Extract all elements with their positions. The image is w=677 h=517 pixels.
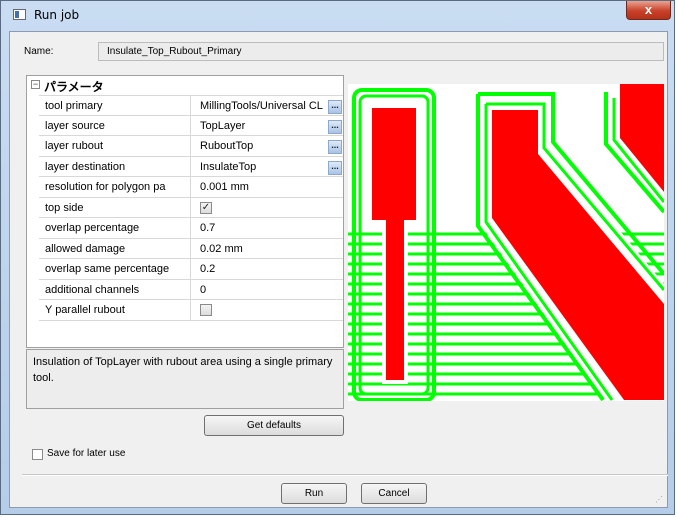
property-value[interactable]: RuboutTop [200,140,340,152]
property-name: Y parallel rubout [45,304,125,316]
property-row[interactable]: layer source TopLayer... [39,115,343,136]
property-row[interactable]: resolution for polygon pa 0.001 mm [39,177,343,198]
property-value[interactable]: 0.2 [200,263,340,275]
column-separator [190,259,191,279]
property-row[interactable]: additional channels 0 [39,279,343,300]
divider [22,474,668,476]
column-separator [190,96,191,115]
save-for-later-checkbox[interactable] [32,449,43,460]
column-separator [190,156,191,176]
property-value[interactable]: 0 [200,284,340,296]
name-field: Insulate_Top_Rubout_Primary [98,42,664,61]
pcb-preview-canvas [348,84,664,401]
property-name: overlap same percentage [45,263,170,275]
column-separator [190,238,191,258]
property-row[interactable]: layer destination InsulateTop... [39,156,343,177]
column-separator [190,177,191,197]
collapse-icon[interactable]: − [31,80,40,89]
group-title: パラメータ [44,80,104,94]
property-name: additional channels [45,283,140,296]
run-job-dialog: Run job x Name: Insulate_Top_Rubout_Prim… [0,0,675,515]
property-row[interactable]: overlap percentage 0.7 [39,218,343,239]
run-button[interactable]: Run [281,483,347,504]
property-row[interactable]: top side ✓ [39,197,343,218]
cancel-button[interactable]: Cancel [361,483,427,504]
property-value[interactable]: 0.7 [200,222,340,234]
property-value[interactable]: InsulateTop [200,161,340,173]
browse-button[interactable]: ... [328,119,342,134]
column-separator [190,136,191,156]
window-icon [13,9,26,20]
property-name: layer rubout [45,140,104,152]
description-box: Insulation of TopLayer with rubout area … [26,349,344,409]
property-grid: − パラメータ tool primary MillingTools/Univers… [26,75,344,348]
property-name: layer destination [45,160,126,173]
property-row[interactable]: overlap same percentage 0.2 [39,259,343,280]
property-name: layer source [45,119,105,132]
window-title: Run job [34,8,80,22]
property-row[interactable]: allowed damage 0.02 mm [39,238,343,259]
column-separator [190,115,191,135]
resize-grip[interactable]: ⋰ [655,495,665,505]
property-name: overlap percentage [45,222,140,234]
column-separator [190,300,191,320]
property-name: resolution for polygon pa [45,181,166,193]
property-checkbox[interactable] [200,304,212,316]
property-row[interactable]: layer rubout RuboutTop... [39,136,343,157]
browse-button[interactable]: ... [328,100,342,114]
column-separator [190,197,191,217]
property-value[interactable]: 0.001 mm [200,181,340,193]
property-name: top side [45,201,84,214]
title-bar[interactable]: Run job x [1,1,676,31]
column-separator [190,218,191,238]
pcb-preview [348,84,664,401]
property-table: tool primary MillingTools/Universal CL...… [39,95,343,321]
property-value[interactable]: TopLayer [200,120,340,132]
browse-button[interactable]: ... [328,160,342,175]
browse-button[interactable]: ... [328,140,342,154]
property-name: tool primary [45,100,103,112]
dialog-body: Name: Insulate_Top_Rubout_Primary − パラメー… [9,31,668,508]
property-row[interactable]: tool primary MillingTools/Universal CL... [39,95,343,116]
property-checkbox[interactable]: ✓ [200,201,212,214]
save-for-later-label[interactable]: Save for later use [47,448,125,459]
property-name: allowed damage [45,242,126,255]
name-label: Name: [24,46,54,57]
property-value[interactable]: MillingTools/Universal CL [200,100,340,112]
get-defaults-button[interactable]: Get defaults [204,415,344,436]
column-separator [190,279,191,299]
property-row[interactable]: Y parallel rubout [39,300,343,321]
parameter-group-header[interactable]: − パラメータ [27,76,343,94]
close-button[interactable]: x [626,1,671,20]
property-value[interactable]: 0.02 mm [200,243,340,255]
